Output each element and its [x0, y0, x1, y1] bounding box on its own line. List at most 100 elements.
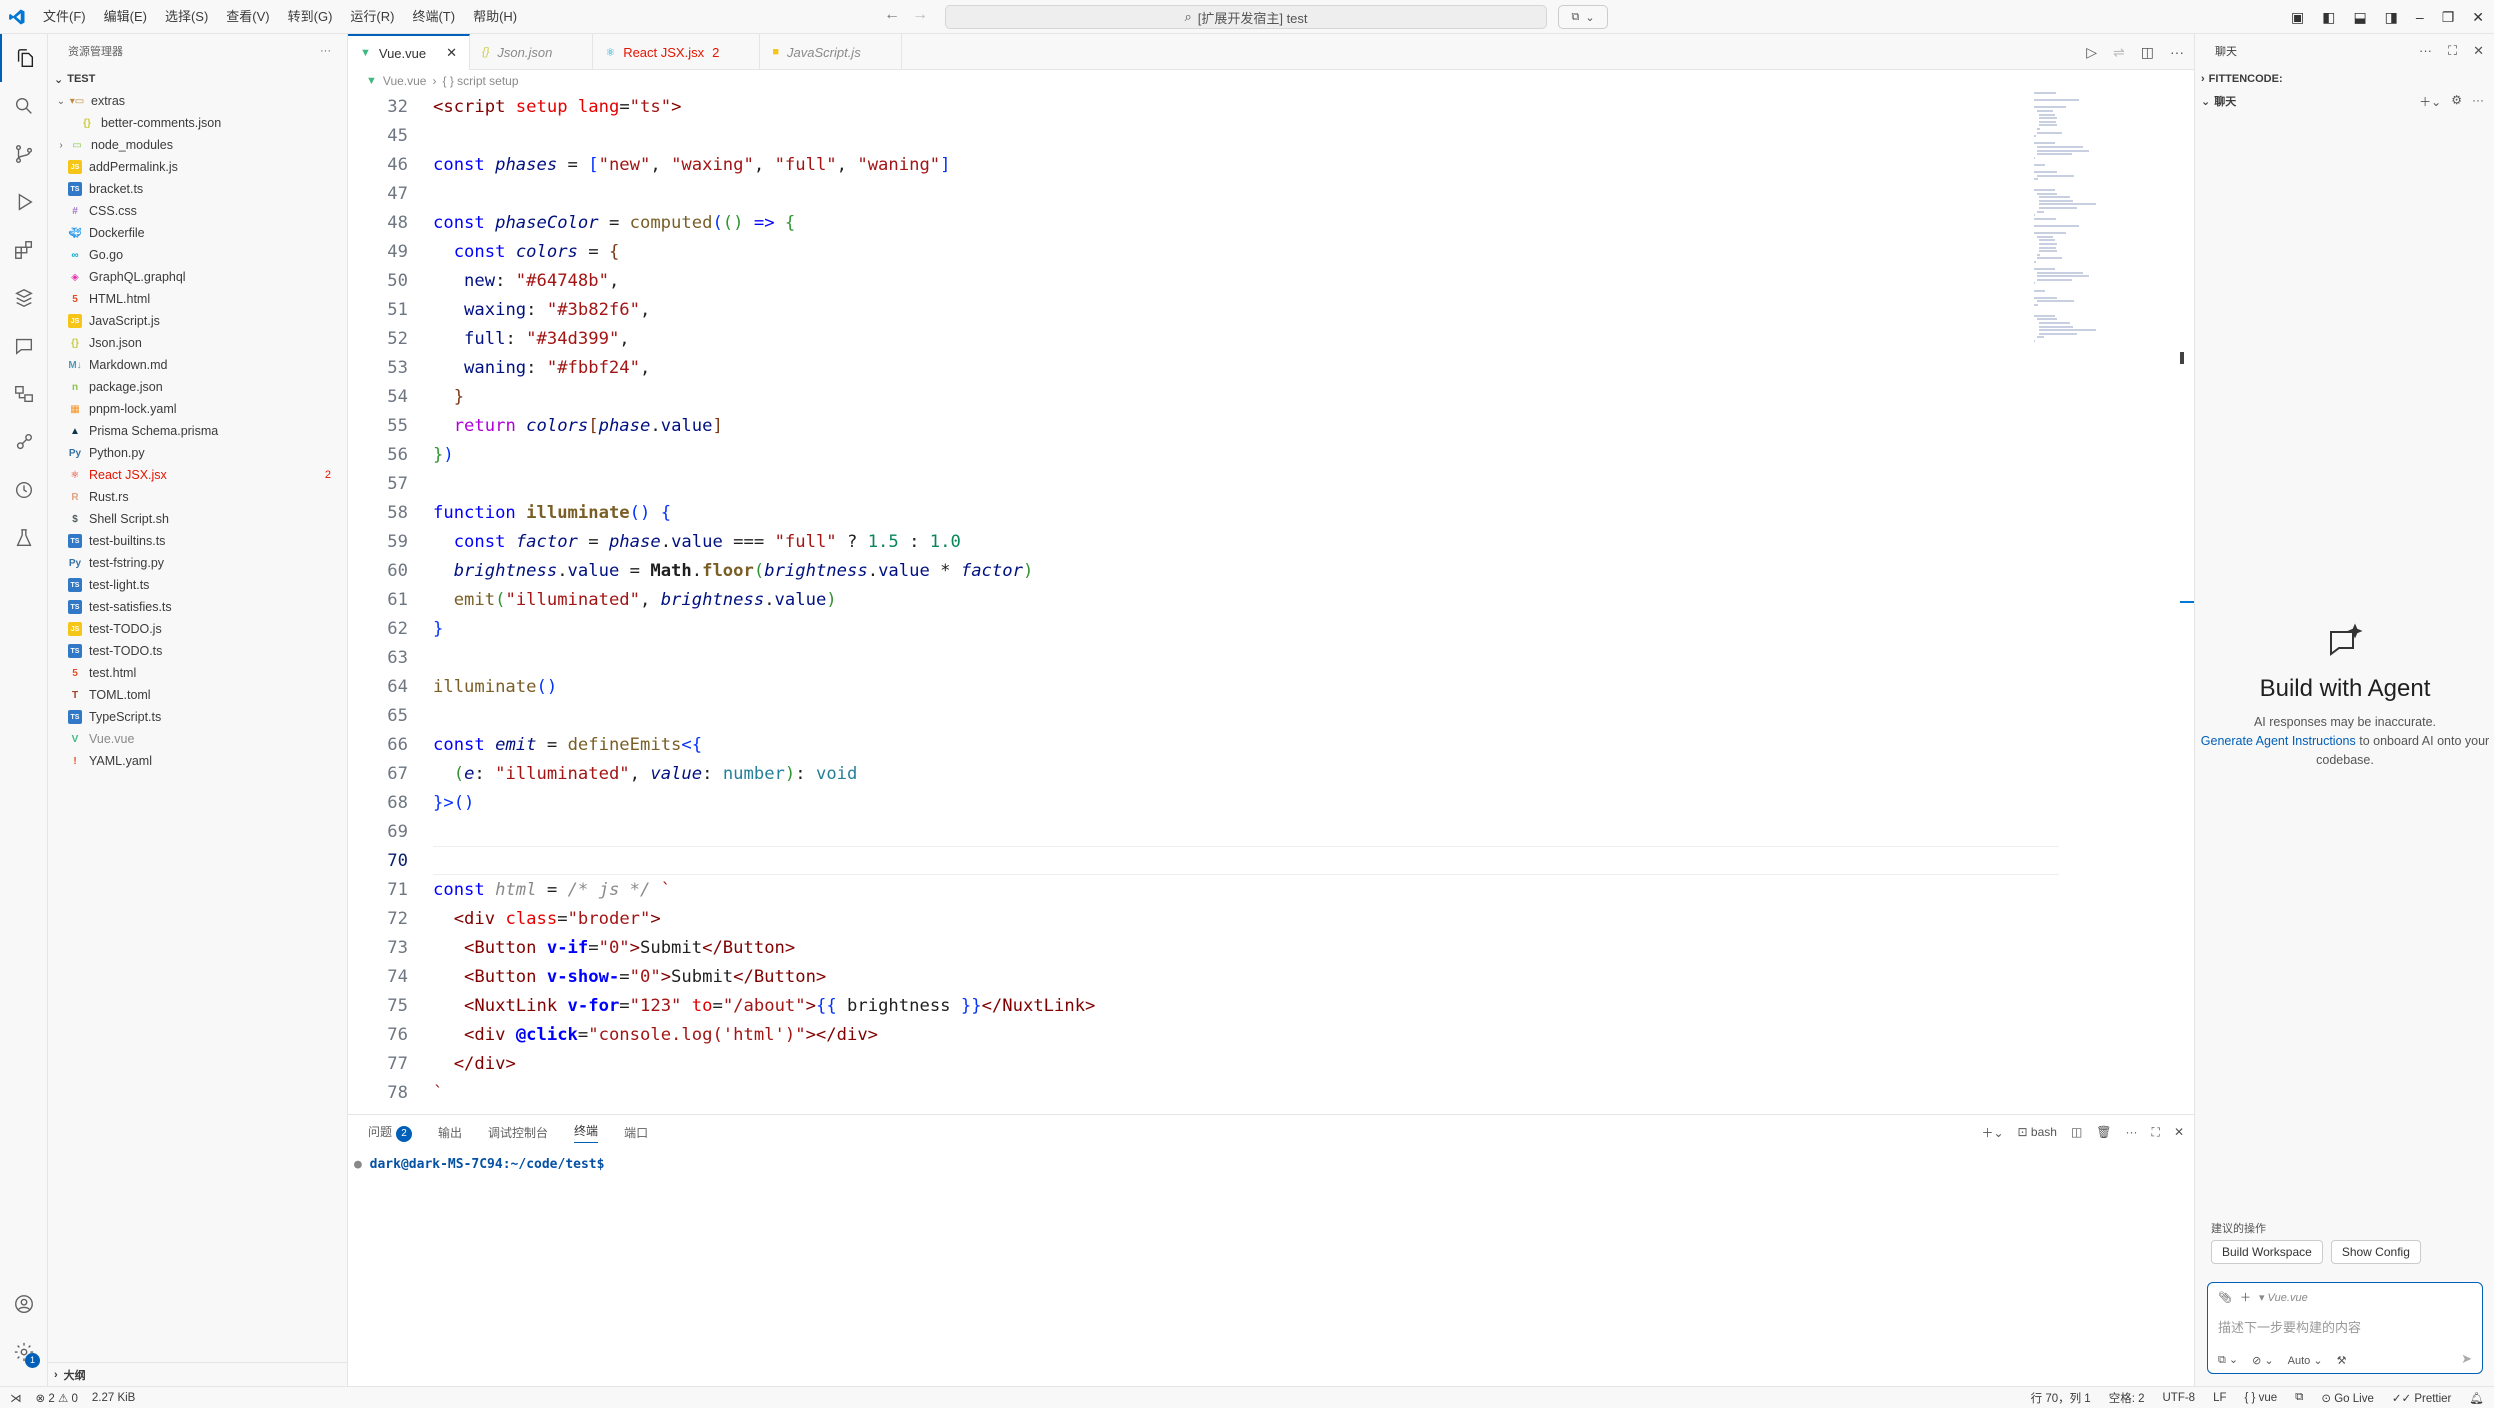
- code-line[interactable]: 78 `: [348, 1078, 2194, 1107]
- code-line[interactable]: 67 (e: "illuminated", value: number): vo…: [348, 759, 2194, 788]
- context-file-chip[interactable]: ▾ Vue.vue: [2259, 1291, 2308, 1304]
- code-line[interactable]: 50 new: "#64748b",: [348, 266, 2194, 295]
- file-item[interactable]: 🐳︎ Dockerfile: [48, 222, 347, 244]
- file-item[interactable]: ▲ Prisma Schema.prisma: [48, 420, 347, 442]
- code-line[interactable]: 64 illuminate(): [348, 672, 2194, 701]
- file-item[interactable]: V Vue.vue: [48, 728, 347, 750]
- file-item[interactable]: 5 test.html: [48, 662, 347, 684]
- go-live-button[interactable]: ⊙ Go Live: [2321, 1391, 2373, 1405]
- panel-tab[interactable]: 调试控制台: [488, 1124, 548, 1141]
- git-graph-icon[interactable]: [0, 418, 48, 466]
- file-item[interactable]: JS addPermalink.js: [48, 156, 347, 178]
- code-line[interactable]: 75 <NuxtLink v-for="123" to="/about">{{ …: [348, 991, 2194, 1020]
- code-line[interactable]: 60 brightness.value = Math.floor(brightn…: [348, 556, 2194, 585]
- source-control-icon[interactable]: [0, 130, 48, 178]
- remote-explorer-icon[interactable]: [0, 370, 48, 418]
- file-item[interactable]: TS test-builtins.ts: [48, 530, 347, 552]
- close-icon[interactable]: ✕: [2473, 43, 2484, 59]
- code-line[interactable]: 76 <div @click="console.log('html')"></d…: [348, 1020, 2194, 1049]
- new-terminal-icon[interactable]: ＋⌄: [1981, 1124, 2003, 1141]
- file-item[interactable]: ◈ GraphQL.graphql: [48, 266, 347, 288]
- file-item[interactable]: {} Json.json: [48, 332, 347, 354]
- outline-section[interactable]: › 大纲: [48, 1362, 348, 1386]
- code-line[interactable]: 72 <div class="broder">: [348, 904, 2194, 933]
- prettier-status[interactable]: ✓✓ Prettier: [2392, 1391, 2452, 1405]
- agent-mode-dropdown[interactable]: ⧉ ⌄: [2218, 1353, 2238, 1367]
- encoding[interactable]: UTF-8: [2163, 1392, 2196, 1404]
- database-icon[interactable]: [0, 274, 48, 322]
- code-line[interactable]: 70: [348, 846, 2194, 875]
- more-actions-icon[interactable]: ···: [2126, 1125, 2138, 1139]
- maximize-panel-icon[interactable]: ⛶: [2152, 1125, 2160, 1140]
- more-actions-icon[interactable]: ···: [2472, 93, 2484, 110]
- tools-icon[interactable]: ⚒: [2337, 1354, 2347, 1367]
- file-item[interactable]: TS TypeScript.ts: [48, 706, 347, 728]
- code-line[interactable]: 77 </div>: [348, 1049, 2194, 1078]
- code-line[interactable]: 54 }: [348, 382, 2194, 411]
- attach-icon[interactable]: 📎︎: [2218, 1291, 2232, 1304]
- build-workspace-button[interactable]: Build Workspace: [2211, 1240, 2323, 1264]
- maximize-icon[interactable]: ⛶: [2448, 43, 2457, 59]
- tools-dropdown[interactable]: ⊘ ⌄: [2252, 1354, 2274, 1367]
- show-config-button[interactable]: Show Config: [2330, 1240, 2421, 1264]
- code-line[interactable]: 55 return colors[phase.value]: [348, 411, 2194, 440]
- file-item[interactable]: JS test-TODO.js: [48, 618, 347, 640]
- minimap[interactable]: [2034, 92, 2114, 342]
- timeline-icon[interactable]: [0, 466, 48, 514]
- file-item[interactable]: T TOML.toml: [48, 684, 347, 706]
- editor-tab[interactable]: ⚛ React JSX.jsx 2: [593, 34, 761, 70]
- code-line[interactable]: 66 const emit = defineEmits<{: [348, 730, 2194, 759]
- code-line[interactable]: 52 full: "#34d399",: [348, 324, 2194, 353]
- problems-status[interactable]: ⊗ 2 ⚠ 0: [36, 1391, 78, 1405]
- file-item[interactable]: TS bracket.ts: [48, 178, 347, 200]
- search-icon[interactable]: [0, 82, 48, 130]
- new-chat-icon[interactable]: ＋⌄: [2419, 93, 2441, 110]
- back-arrow-icon[interactable]: ←: [884, 6, 900, 24]
- close-panel-icon[interactable]: ✕: [2174, 1125, 2184, 1139]
- generate-instructions-link[interactable]: Generate Agent Instructions: [2201, 734, 2356, 748]
- menu-item[interactable]: 帮助(H): [464, 0, 526, 34]
- testing-icon[interactable]: [0, 514, 48, 562]
- chat-icon[interactable]: [0, 322, 48, 370]
- code-line[interactable]: 51 waxing: "#3b82f6",: [348, 295, 2194, 324]
- more-actions-icon[interactable]: ···: [320, 45, 331, 57]
- code-line[interactable]: 32 <script setup lang="ts">: [348, 92, 2194, 121]
- copilot-button[interactable]: ⧉ ⌄: [1558, 5, 1608, 29]
- menu-item[interactable]: 文件(F): [34, 0, 95, 34]
- menu-item[interactable]: 查看(V): [217, 0, 278, 34]
- menu-item[interactable]: 编辑(E): [95, 0, 156, 34]
- menu-item[interactable]: 终端(T): [403, 0, 464, 34]
- code-line[interactable]: 63: [348, 643, 2194, 672]
- close-window-icon[interactable]: ✕: [2472, 9, 2484, 26]
- layout-icon[interactable]: ▣: [2291, 9, 2304, 26]
- open-changes-icon[interactable]: ⇌: [2113, 44, 2125, 61]
- code-line[interactable]: 57: [348, 469, 2194, 498]
- toggle-secondary-sidebar-icon[interactable]: ◨: [2385, 9, 2398, 26]
- more-actions-icon[interactable]: ···: [2419, 43, 2432, 59]
- file-item[interactable]: M↓ Markdown.md: [48, 354, 347, 376]
- folder-item[interactable]: ⌄ ▾▭ extras: [48, 90, 347, 112]
- code-line[interactable]: 48 const phaseColor = computed(() => {: [348, 208, 2194, 237]
- send-icon[interactable]: ➤: [2461, 1351, 2472, 1367]
- menu-item[interactable]: 运行(R): [341, 0, 403, 34]
- indentation[interactable]: 空格: 2: [2109, 1390, 2145, 1406]
- code-line[interactable]: 65: [348, 701, 2194, 730]
- file-item[interactable]: # CSS.css: [48, 200, 347, 222]
- extensions-icon[interactable]: [0, 226, 48, 274]
- file-item[interactable]: TS test-satisfies.ts: [48, 596, 347, 618]
- panel-tab[interactable]: 端口: [624, 1124, 648, 1141]
- toggle-panel-icon[interactable]: ⬓: [2353, 9, 2366, 26]
- forward-arrow-icon[interactable]: →: [912, 6, 928, 24]
- code-line[interactable]: 69: [348, 817, 2194, 846]
- file-item[interactable]: ⚛ React JSX.jsx 2: [48, 464, 347, 486]
- file-item[interactable]: n package.json: [48, 376, 347, 398]
- end-of-line[interactable]: LF: [2213, 1392, 2226, 1404]
- run-icon[interactable]: ▷: [2086, 44, 2097, 61]
- file-item[interactable]: TS test-TODO.ts: [48, 640, 347, 662]
- code-line[interactable]: 68}>(): [348, 788, 2194, 817]
- panel-tab[interactable]: 终端: [574, 1122, 599, 1143]
- account-icon[interactable]: [0, 1280, 48, 1328]
- cursor-position[interactable]: 行 70，列 1: [2031, 1390, 2091, 1406]
- model-dropdown[interactable]: Auto ⌄: [2288, 1354, 2323, 1367]
- language-mode[interactable]: { } vue: [2245, 1392, 2278, 1404]
